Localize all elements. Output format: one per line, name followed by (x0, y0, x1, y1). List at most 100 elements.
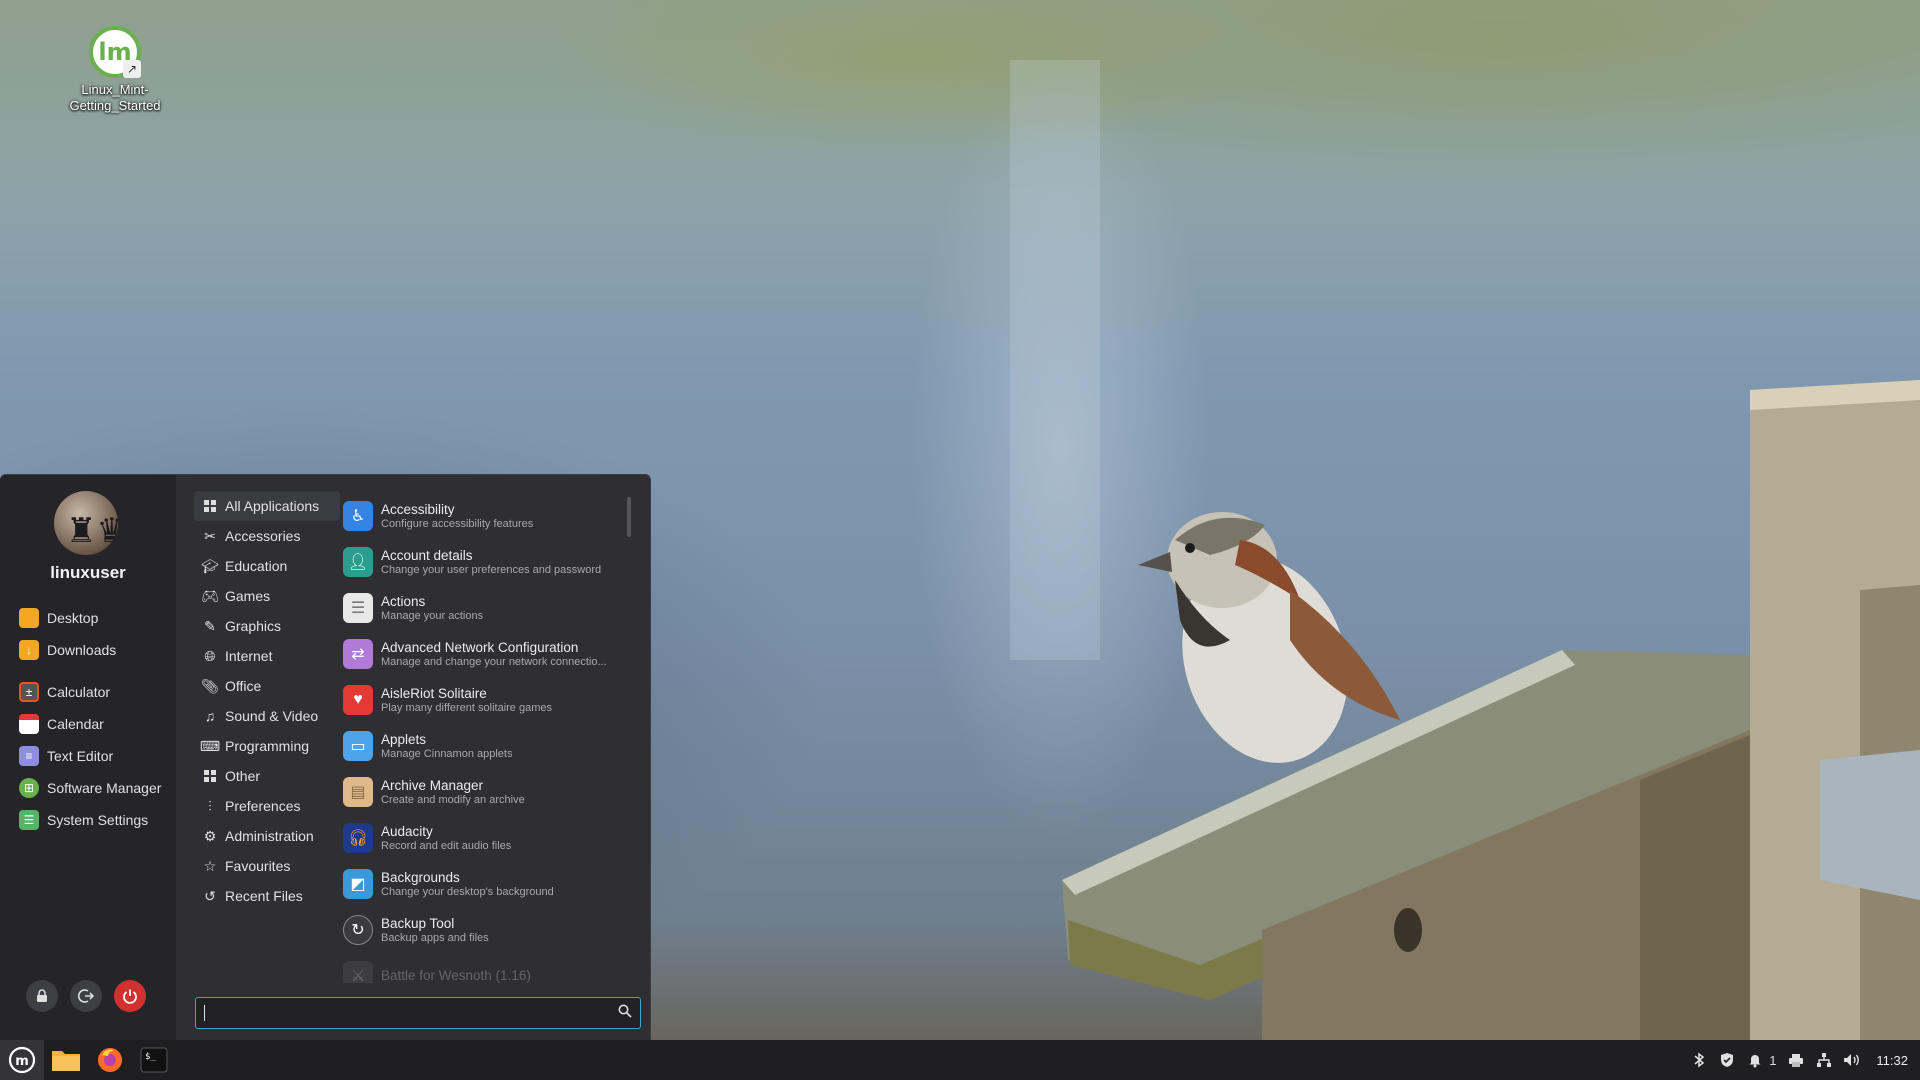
download-folder-icon: ↓ (19, 640, 39, 660)
globe-icon: 🌐︎ (204, 647, 216, 664)
category-recent-files[interactable]: ↺ Recent Files (194, 881, 340, 911)
text-editor-icon: ≡ (19, 746, 39, 766)
app-archive-manager[interactable]: ▤ Archive Manager Create and modify an ar… (340, 769, 630, 815)
wesnoth-icon: ⚔ (343, 961, 373, 983)
favorite-system-settings[interactable]: ☰ System Settings (0, 804, 176, 836)
bluetooth-icon (1694, 1052, 1705, 1068)
accessibility-icon: ♿︎ (343, 501, 373, 531)
desktop-icon-getting-started[interactable]: lm ↗ Linux_Mint- Getting_Started (62, 26, 168, 114)
notification-count: 1 (1769, 1052, 1777, 1068)
lock-icon (37, 989, 47, 1002)
shield-icon (1721, 1053, 1734, 1067)
grid-icon (202, 498, 218, 514)
category-programming[interactable]: ⌨ Programming (194, 731, 340, 761)
logout-icon (78, 989, 94, 1003)
star-icon: ☆ (203, 857, 217, 874)
volume-indicator[interactable] (1838, 1040, 1866, 1080)
app-aisleriot-solitaire[interactable]: ♥ AisleRiot Solitaire Play many different… (340, 677, 630, 723)
grid-icon (202, 768, 218, 784)
place-downloads[interactable]: ↓ Downloads (0, 634, 176, 666)
category-office[interactable]: 📎︎ Office (194, 671, 340, 701)
app-audacity[interactable]: 🎧︎ Audacity Record and edit audio files (340, 815, 630, 861)
desktop-icon-label: Linux_Mint- Getting_Started (69, 82, 161, 113)
gamepad-icon: 🎮︎ (201, 587, 219, 604)
app-battle-for-wesnoth[interactable]: ⚔ Battle for Wesnoth (1.16) (340, 953, 630, 983)
app-backup-tool[interactable]: ↻ Backup Tool Backup apps and files (340, 907, 630, 953)
search-input[interactable] (195, 997, 641, 1029)
bluetooth-indicator[interactable] (1685, 1040, 1713, 1080)
favorite-calendar[interactable]: Calendar (0, 708, 176, 740)
paperclip-icon: 📎︎ (201, 677, 219, 694)
account-icon: 👤︎ (343, 547, 373, 577)
category-list: All Applications ✂ Accessories 🎓︎ Educat… (194, 491, 340, 911)
linux-mint-logo-icon: lm ↗ (89, 26, 141, 78)
category-graphics[interactable]: ✎ Graphics (194, 611, 340, 641)
shortcut-arrow-icon: ↗ (123, 60, 141, 78)
taskbar-panel: m $_ 1 11:32 (0, 1040, 1920, 1080)
bell-icon (1749, 1055, 1761, 1068)
notifications-indicator[interactable] (1741, 1040, 1769, 1080)
software-manager-icon: ⊞ (19, 778, 39, 798)
volume-icon (1844, 1054, 1860, 1066)
place-desktop[interactable]: Desktop (0, 602, 176, 634)
power-button[interactable] (114, 980, 146, 1012)
menu-button[interactable]: m (0, 1040, 44, 1080)
app-accessibility[interactable]: ♿︎ Accessibility Configure accessibility … (340, 493, 630, 539)
category-internet[interactable]: 🌐︎ Internet (194, 641, 340, 671)
launcher-terminal[interactable]: $_ (132, 1040, 176, 1080)
settings-icon: ☰ (19, 810, 39, 830)
audacity-icon: 🎧︎ (343, 823, 373, 853)
printer-indicator[interactable] (1782, 1040, 1810, 1080)
printer-icon (1789, 1053, 1804, 1067)
gear-icon: ⚙ (203, 827, 217, 844)
backgrounds-icon: ◩ (343, 869, 373, 899)
tools-icon: ✂ (204, 527, 216, 544)
linux-mint-logo-icon: m (8, 1046, 36, 1074)
category-all-applications[interactable]: All Applications (194, 491, 340, 521)
history-icon: ↺ (204, 887, 216, 904)
favorite-text-editor[interactable]: ≡ Text Editor (0, 740, 176, 772)
category-other[interactable]: Other (194, 761, 340, 791)
app-account-details[interactable]: 👤︎ Account details Change your user prefe… (340, 539, 630, 585)
terminal-icon: $_ (140, 1047, 168, 1073)
graduation-cap-icon: 🎓︎ (201, 557, 219, 574)
logout-button[interactable] (70, 980, 102, 1012)
launcher-files[interactable] (44, 1040, 88, 1080)
app-list-scrollbar[interactable] (627, 497, 631, 537)
app-backgrounds[interactable]: ◩ Backgrounds Change your desktop's backg… (340, 861, 630, 907)
folder-icon (19, 608, 39, 628)
favorite-calculator[interactable]: ± Calculator (0, 676, 176, 708)
category-games[interactable]: 🎮︎ Games (194, 581, 340, 611)
category-preferences[interactable]: ⫶ Preferences (194, 791, 340, 821)
solitaire-icon: ♥ (343, 685, 373, 715)
clock[interactable]: 11:32 (1876, 1053, 1908, 1068)
category-sound-video[interactable]: ♫ Sound & Video (194, 701, 340, 731)
app-applets[interactable]: ▭ Applets Manage Cinnamon applets (340, 723, 630, 769)
lock-screen-button[interactable] (26, 980, 58, 1012)
category-administration[interactable]: ⚙ Administration (194, 821, 340, 851)
category-accessories[interactable]: ✂ Accessories (194, 521, 340, 551)
favorite-software-manager[interactable]: ⊞ Software Manager (0, 772, 176, 804)
music-icon: ♫ (204, 708, 216, 724)
backup-icon: ↻ (343, 915, 373, 945)
network-indicator[interactable] (1810, 1040, 1838, 1080)
update-manager-indicator[interactable] (1713, 1040, 1741, 1080)
category-education[interactable]: 🎓︎ Education (194, 551, 340, 581)
sliders-icon: ⫶ (208, 797, 212, 814)
category-favourites[interactable]: ☆ Favourites (194, 851, 340, 881)
firefox-icon (98, 1048, 122, 1072)
actions-icon: ☰ (343, 593, 373, 623)
svg-text:$_: $_ (145, 1052, 156, 1062)
app-advanced-network-configuration[interactable]: ⇄ Advanced Network Configuration Manage a… (340, 631, 630, 677)
search-icon (618, 1004, 632, 1023)
menu-sidebar: ♜♛ linuxuser Desktop ↓ Downloads ± Calcu… (0, 475, 176, 1040)
folder-icon (52, 1051, 80, 1071)
code-icon: ⌨ (199, 737, 221, 754)
user-name: linuxuser (50, 563, 126, 582)
app-actions[interactable]: ☰ Actions Manage your actions (340, 585, 630, 631)
power-icon (123, 989, 137, 1004)
application-menu: ♜♛ linuxuser Desktop ↓ Downloads ± Calcu… (0, 474, 651, 1040)
network-config-icon: ⇄ (343, 639, 373, 669)
launcher-firefox[interactable] (88, 1040, 132, 1080)
user-avatar[interactable]: ♜♛ (54, 491, 118, 555)
